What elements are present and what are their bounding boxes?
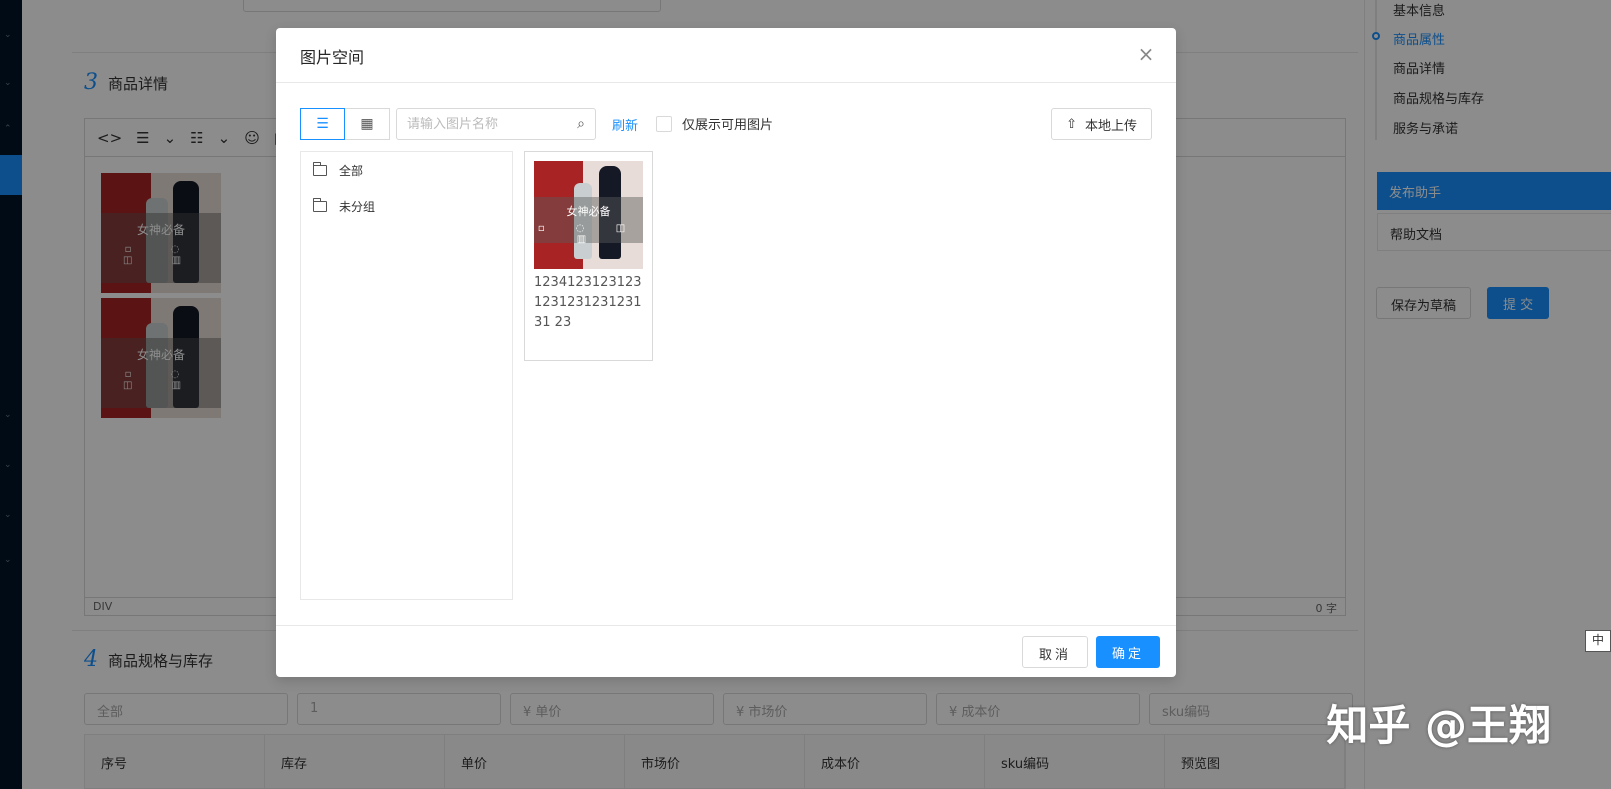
refresh-link[interactable]: 刷新	[612, 115, 638, 134]
close-icon[interactable]: ×	[1134, 42, 1158, 66]
folder-item-all[interactable]: 全部	[301, 152, 512, 188]
grid-view-icon[interactable]: ▦	[345, 108, 390, 140]
modal-body: ☰ ▦ ⌕ 刷新 仅展示可用图片 ⇧ 本地上传 全部	[276, 83, 1176, 626]
image-thumbnail[interactable]: 女神必备 ▫ ◌ ◫ ▥	[534, 161, 643, 269]
cancel-button[interactable]: 取消	[1021, 636, 1088, 668]
image-card[interactable]: 女神必备 ▫ ◌ ◫ ▥ 123412312312312312312312313…	[524, 151, 653, 361]
image-overlay-text: 女神必备	[566, 205, 611, 218]
image-grid: 女神必备 ▫ ◌ ◫ ▥ 123412312312312312312312313…	[524, 151, 653, 361]
image-name: 1234123123123123123123123131 23	[534, 275, 642, 330]
modal-header: 图片空间 ×	[276, 28, 1176, 83]
watermark: 知乎 @王翔	[1326, 701, 1551, 750]
image-search-box: ⌕	[396, 108, 596, 140]
modal-toolbar: ☰ ▦ ⌕ 刷新 仅展示可用图片 ⇧ 本地上传	[300, 108, 1152, 140]
only-available-checkbox[interactable]	[656, 115, 672, 132]
view-toggle: ☰ ▦	[300, 108, 390, 140]
folder-icon	[313, 161, 327, 176]
only-available-toggle[interactable]: 仅展示可用图片	[656, 114, 773, 133]
folder-label: 全部	[339, 163, 364, 178]
search-icon[interactable]: ⌕	[577, 116, 585, 132]
image-space-modal: 图片空间 × ☰ ▦ ⌕ 刷新 仅展示可用图片 ⇧ 本地上传	[276, 28, 1176, 677]
modal-footer: 取消 确定	[276, 625, 1176, 677]
modal-title: 图片空间	[300, 48, 365, 67]
confirm-button[interactable]: 确定	[1095, 636, 1160, 668]
upload-icon: ⇧	[1066, 116, 1077, 132]
image-search-input[interactable]	[407, 116, 567, 132]
local-upload-label: 本地上传	[1084, 118, 1137, 134]
folder-label: 未分组	[339, 199, 376, 214]
list-view-icon[interactable]: ☰	[300, 108, 345, 140]
image-overlay-icons: ▫ ◌ ◫ ▥	[537, 223, 640, 245]
folder-icon	[313, 197, 327, 212]
local-upload-button[interactable]: ⇧ 本地上传	[1051, 108, 1152, 140]
folder-item-ungrouped[interactable]: 未分组	[301, 188, 512, 224]
image-overlay: 女神必备 ▫ ◌ ◫ ▥	[534, 197, 643, 245]
ime-indicator: 中	[1585, 630, 1611, 652]
folder-tree: 全部 未分组	[300, 151, 513, 600]
only-available-label: 仅展示可用图片	[682, 118, 774, 133]
